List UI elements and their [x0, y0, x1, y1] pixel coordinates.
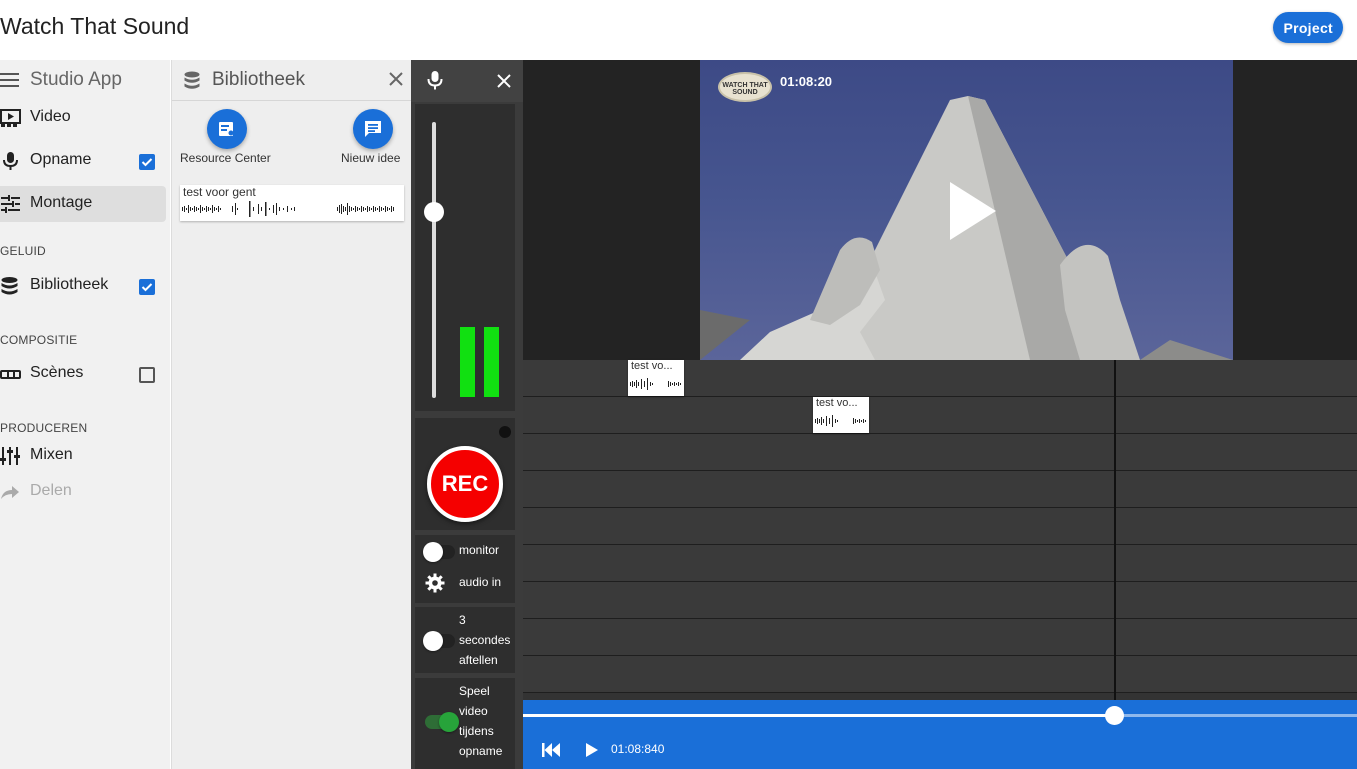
track-row[interactable] — [523, 656, 1357, 693]
watch-that-sound-logo: WATCH THAT SOUND — [718, 72, 772, 102]
countdown-label: 3 secondes aftellen — [459, 613, 511, 667]
sidebar-item-mixen[interactable]: Mixen — [0, 438, 166, 474]
track-row[interactable] — [523, 397, 1357, 434]
clip-name: test voor gent — [183, 185, 256, 199]
waveform-icon — [815, 415, 866, 427]
mixer-icon — [0, 447, 20, 465]
close-icon[interactable] — [388, 71, 404, 87]
track-row[interactable] — [523, 434, 1357, 471]
sidebar-item-opname[interactable]: Opname — [0, 143, 166, 179]
video-icon — [0, 109, 21, 127]
waveform-icon — [182, 201, 394, 217]
sidebar-item-bibliotheek[interactable]: Bibliotheek — [0, 268, 166, 304]
scrubber-progress[interactable] — [523, 714, 1114, 717]
track-row[interactable] — [523, 545, 1357, 582]
countdown-panel: 3 secondes aftellen — [415, 607, 515, 673]
level-panel — [415, 104, 515, 411]
countdown-toggle[interactable] — [423, 631, 455, 651]
sidebar-item-label: Opname — [30, 151, 92, 168]
sidebar-item-label: Bibliotheek — [30, 276, 109, 293]
database-icon — [1, 277, 18, 295]
app-title: Watch That Sound — [0, 13, 190, 39]
sidebar-header: Studio App — [0, 68, 170, 92]
sidebar: Studio App Video Opname Montage GELUID B… — [0, 60, 170, 769]
play-video-label: Speel video tijdens opname — [459, 684, 503, 758]
level-meter-left — [460, 327, 475, 397]
section-title-compositie: COMPOSITIE — [0, 333, 78, 347]
chat-icon — [365, 121, 381, 137]
timeline-tracks[interactable]: test vo... test vo... — [523, 360, 1357, 700]
opname-checkbox[interactable] — [139, 154, 155, 170]
bibliotheek-checkbox[interactable] — [139, 279, 155, 295]
editor-area: WATCH THAT SOUND 01:08:20 test vo... tes… — [523, 60, 1357, 769]
resource-center-button[interactable] — [207, 109, 247, 149]
gear-icon[interactable] — [425, 573, 445, 593]
mic-icon — [427, 71, 443, 90]
record-indicator-dot — [499, 426, 511, 438]
recorder-panel: REC monitor audio in 3 secondes aftellen… — [411, 60, 523, 769]
record-button[interactable]: REC — [427, 446, 503, 522]
play-video-toggle[interactable] — [425, 712, 459, 732]
sidebar-item-montage[interactable]: Montage — [0, 186, 166, 222]
sidebar-item-label: Video — [30, 108, 71, 125]
sidebar-item-label: Delen — [30, 482, 72, 499]
track-row[interactable] — [523, 619, 1357, 656]
clip-name: test vo... — [816, 397, 858, 409]
sidebar-item-video[interactable]: Video — [0, 100, 166, 136]
input-gain-slider[interactable] — [432, 122, 436, 398]
transport-bar: 01:08:840 — [523, 700, 1357, 769]
sidebar-item-label: Scènes — [30, 364, 84, 381]
level-meter-right — [484, 327, 499, 397]
project-button[interactable]: Project — [1273, 12, 1343, 43]
playhead[interactable] — [1114, 360, 1116, 700]
library-title: Bibliotheek — [212, 69, 305, 90]
play-icon[interactable] — [948, 180, 998, 242]
skip-to-start-icon[interactable] — [542, 743, 560, 757]
sidebar-item-label: Mixen — [30, 446, 73, 463]
track-row[interactable] — [523, 582, 1357, 619]
waveform-icon — [630, 378, 681, 390]
scrubber-thumb[interactable] — [1105, 706, 1124, 725]
library-clip[interactable]: test voor gent — [180, 185, 404, 221]
section-title-produceren: PRODUCEREN — [0, 421, 88, 435]
play-icon[interactable] — [586, 743, 598, 757]
scrubber-remaining[interactable] — [1114, 714, 1357, 717]
new-idea-label: Nieuw idee — [341, 151, 401, 165]
sidebar-item-label: Montage — [30, 194, 93, 211]
sidebar-item-delen: Delen — [0, 474, 166, 510]
tune-icon — [1, 195, 20, 213]
play-video-panel: Speel video tijdens opname — [415, 678, 515, 769]
resource-center-label: Resource Center — [180, 151, 271, 165]
clip-name: test vo... — [631, 360, 673, 372]
library-header: Bibliotheek — [172, 60, 412, 101]
scenes-icon — [0, 370, 21, 379]
monitor-label: monitor — [459, 543, 500, 557]
timeline-clip[interactable]: test vo... — [813, 397, 869, 433]
sidebar-app-label: Studio App — [30, 69, 122, 90]
monitor-panel: monitor audio in — [415, 535, 515, 603]
new-idea-button[interactable] — [353, 109, 393, 149]
scenes-checkbox[interactable] — [139, 367, 155, 383]
app-header: Watch That Sound Project — [0, 0, 1357, 60]
close-icon[interactable] — [497, 74, 511, 88]
sidebar-item-scenes[interactable]: Scènes — [0, 356, 166, 392]
recorder-header — [411, 60, 523, 102]
library-panel: Bibliotheek Resource Center Nieuw idee t… — [171, 60, 412, 769]
database-icon — [184, 71, 200, 89]
share-icon — [1, 486, 19, 499]
audio-in-label: audio in — [459, 575, 502, 589]
video-player[interactable]: WATCH THAT SOUND 01:08:20 — [700, 60, 1233, 360]
input-gain-slider-thumb[interactable] — [424, 202, 444, 222]
menu-icon[interactable] — [0, 72, 20, 88]
library-add-icon — [219, 122, 234, 136]
transport-timecode: 01:08:840 — [611, 742, 665, 756]
video-timecode: 01:08:20 — [780, 74, 833, 89]
monitor-toggle[interactable] — [423, 542, 455, 562]
mic-icon — [3, 152, 18, 170]
section-title-geluid: GELUID — [0, 244, 46, 258]
track-row[interactable] — [523, 508, 1357, 545]
track-row[interactable] — [523, 471, 1357, 508]
timeline-clip[interactable]: test vo... — [628, 360, 684, 396]
record-panel: REC — [415, 418, 515, 530]
